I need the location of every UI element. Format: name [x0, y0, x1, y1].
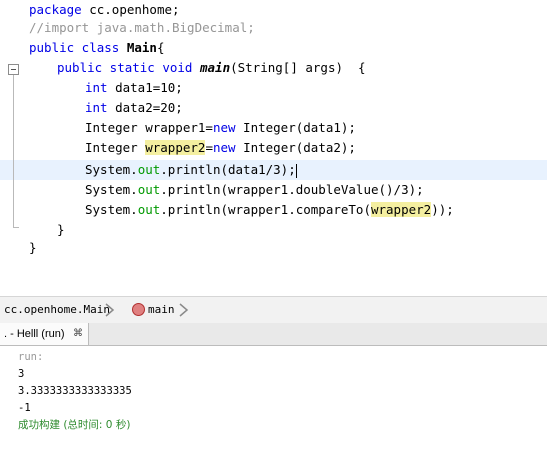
output-tab-bar: . - Helll (run) ⌘ [0, 323, 547, 346]
output-console: run: 3 3.3333333333333335 -1 成功构建 (总时间: … [0, 346, 547, 449]
fold-guide-end [13, 227, 19, 228]
code-line-12: } [57, 222, 65, 237]
chevron-right-icon [105, 303, 115, 317]
code-line-13: } [29, 240, 37, 255]
fold-toggle-icon[interactable] [8, 64, 19, 75]
code-line-1: package cc.openhome; [29, 2, 180, 17]
output-line-build-success: 成功构建 (总时间: 0 秒) [18, 419, 131, 431]
code-line-10: System.out.println(wrapper1.doubleValue(… [85, 182, 424, 197]
code-line-2: //import java.math.BigDecimal; [29, 20, 255, 35]
code-line-7: Integer wrapper1=new Integer(data1); [85, 120, 356, 135]
code-line-9: System.out.println(data1/3); [85, 162, 297, 178]
text-caret [295, 163, 297, 178]
breadcrumb-class[interactable]: cc.openhome.Main [4, 297, 110, 323]
method-icon [132, 303, 145, 316]
code-line-5: int data1=10; [85, 80, 183, 95]
close-tab-icon[interactable]: ⌘ [73, 323, 83, 345]
output-line-2: 3.3333333333333335 [18, 385, 132, 397]
code-line-8: Integer wrapper2=new Integer(data2); [85, 140, 356, 155]
breadcrumb: cc.openhome.Main main [0, 296, 547, 324]
chevron-right-icon [179, 303, 189, 317]
output-line-run: run: [18, 351, 44, 363]
code-line-11: System.out.println(wrapper1.compareTo(wr… [85, 202, 454, 217]
tab-output-label: . - Helll (run) [4, 328, 65, 340]
output-line-1: 3 [18, 368, 25, 380]
output-line-3: -1 [18, 402, 31, 414]
breadcrumb-method[interactable]: main [148, 297, 175, 323]
tab-output-run[interactable]: . - Helll (run) ⌘ [0, 323, 89, 345]
fold-guide [13, 75, 14, 227]
code-line-3: public class Main{ [29, 40, 165, 55]
code-editor[interactable]: package cc.openhome; //import java.math.… [0, 0, 547, 296]
code-line-6: int data2=20; [85, 100, 183, 115]
code-line-4: public static void main(String[] args) { [57, 60, 366, 75]
